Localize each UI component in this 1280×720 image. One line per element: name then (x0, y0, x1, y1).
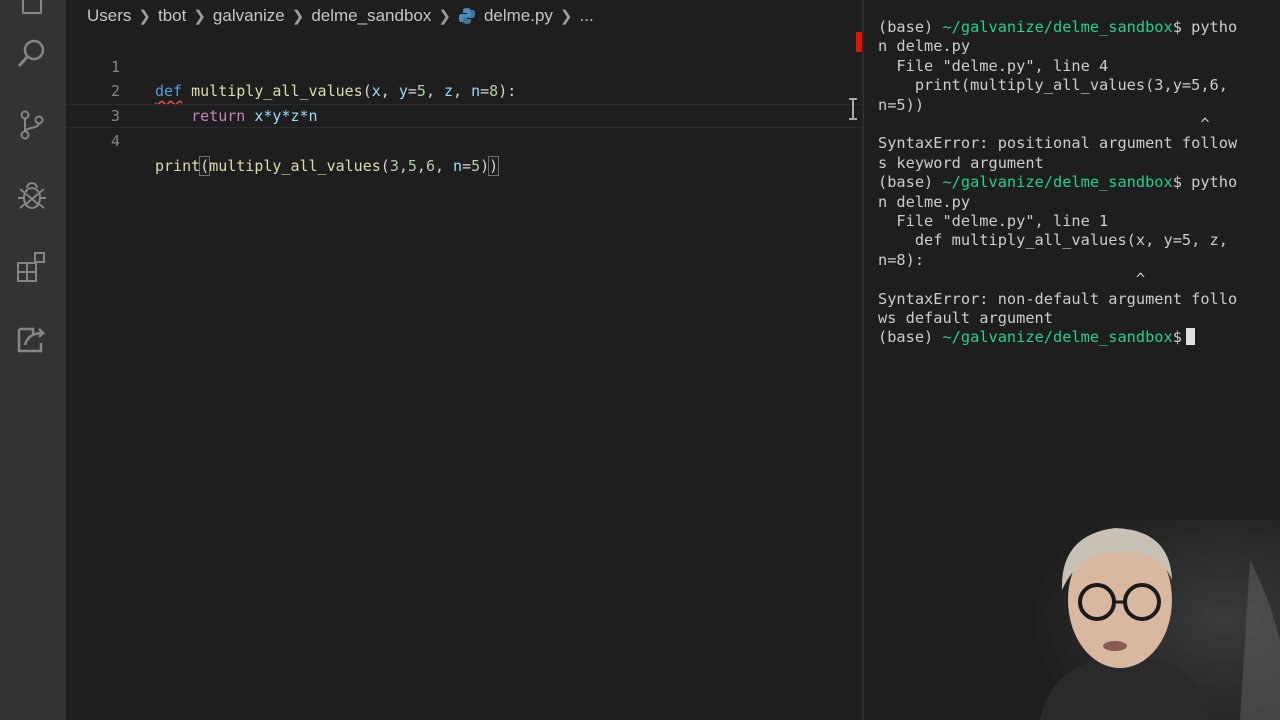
text-cursor-icon (848, 98, 858, 120)
chevron-right-icon: ❯ (438, 8, 451, 25)
extensions-icon[interactable] (14, 249, 50, 285)
terminal-line: n=5)) (878, 95, 925, 114)
terminal-line: File "delme.py", line 1 (878, 212, 1109, 230)
terminal-cursor (1185, 328, 1195, 346)
debug-icon[interactable] (14, 178, 50, 214)
share-icon[interactable] (14, 320, 50, 356)
chevron-right-icon: ❯ (559, 8, 573, 25)
code-line-1: 1 def multiply_all_values(x, y=5, z, n=8… (66, 30, 862, 101)
breadcrumb: Users ❯ tbot ❯ galvanize ❯ delme_sandbox… (87, 4, 594, 28)
terminal-line: n delme.py (878, 192, 971, 211)
terminal-line: SyntaxError: positional argument follow (878, 134, 1238, 153)
terminal-line: print(multiply_all_values(3,y=5,6, (878, 76, 1228, 95)
terminal-line: (base) ~/galvanize/delme_sandbox$ pytho (878, 18, 1238, 36)
terminal-line: def multiply_all_values(x, y=5, z, (878, 231, 1228, 250)
terminal-line: s keyword argument (878, 153, 1044, 172)
code-line-3: 3 (66, 79, 862, 125)
breadcrumb-item-symbols[interactable]: ... (580, 6, 594, 26)
presenter-image (1000, 520, 1280, 720)
code-text[interactable]: print(multiply_all_values(3,5,6, n=5)) (155, 154, 500, 179)
chevron-right-icon: ❯ (291, 8, 305, 25)
activity-bar (0, 0, 66, 720)
chevron-right-icon: ❯ (193, 8, 206, 25)
code-line-4: 4 print(multiply_all_values(3,5,6, n=5)) (66, 103, 862, 176)
python-file-icon (458, 7, 476, 25)
code-area[interactable]: 1 def multiply_all_values(x, y=5, z, n=8… (66, 30, 862, 176)
breadcrumb-item-delme-sandbox[interactable]: delme_sandbox (311, 6, 431, 26)
terminal-line: (base) ~/galvanize/delme_sandbox$ pytho (878, 173, 1238, 192)
terminal-line: SyntaxError: non-default argument follo (878, 289, 1238, 308)
breadcrumb-item-users[interactable]: Users (87, 6, 131, 26)
search-icon[interactable] (14, 36, 50, 72)
terminal-line: File "delme.py", line 4 (878, 56, 1109, 75)
code-line-2: 2 return x*y*z*n (66, 55, 862, 125)
files-icon[interactable] (14, 0, 50, 20)
terminal-line: n=8): (878, 250, 925, 269)
terminal-line: n delme.py (878, 37, 971, 56)
terminal-line: ^ (878, 115, 1210, 133)
terminal-prompt[interactable]: (base) ~/galvanize/delme_sandbox$ (878, 328, 1195, 347)
editor-pane[interactable]: Users ❯ tbot ❯ galvanize ❯ delme_sandbox… (66, 0, 863, 720)
breadcrumb-item-galvanize[interactable]: galvanize (213, 6, 285, 26)
line-number: 4 (110, 132, 120, 150)
terminal-line: ws default argument (878, 309, 1053, 327)
breadcrumb-item-tbot[interactable]: tbot (158, 6, 186, 26)
breadcrumb-item-file[interactable]: delme.py (484, 6, 553, 26)
terminal-line: ^ (878, 270, 1146, 289)
chevron-right-icon: ❯ (138, 8, 151, 25)
webcam-overlay (1000, 520, 1280, 720)
git-branch-icon[interactable] (14, 107, 50, 143)
